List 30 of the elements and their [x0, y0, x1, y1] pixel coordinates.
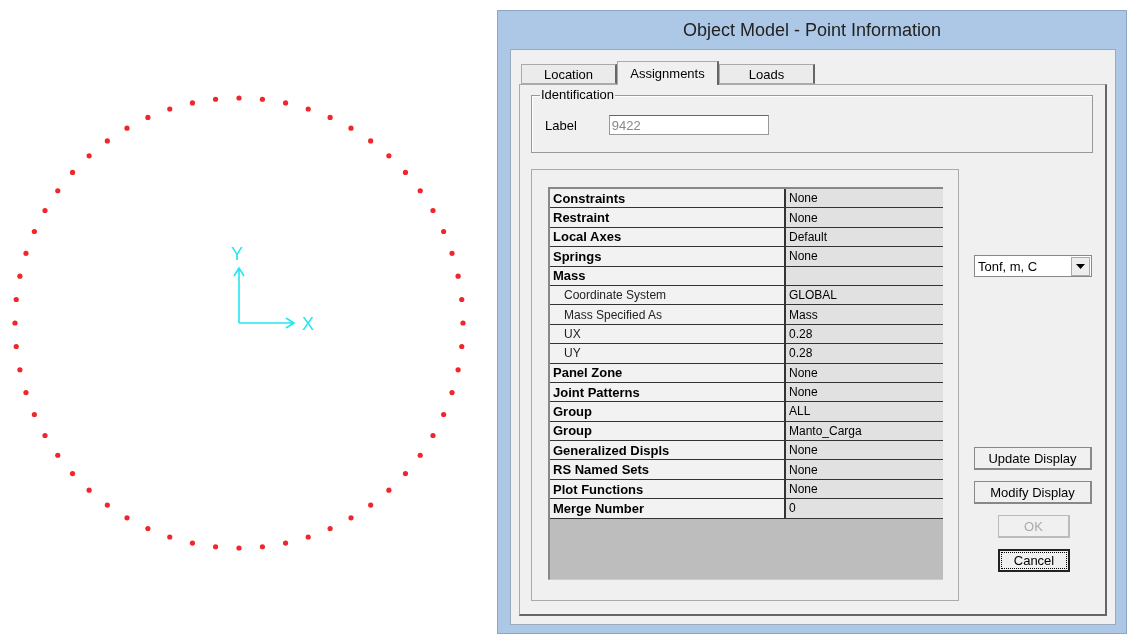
dialog-button[interactable]: Update Display: [974, 447, 1092, 470]
property-value-cell: None: [786, 247, 943, 266]
tab[interactable]: Assignments: [617, 61, 719, 85]
group-title: Identification: [540, 87, 615, 102]
units-dropdown[interactable]: Tonf, m, C: [974, 255, 1092, 277]
property-name-cell: Merge Number: [550, 499, 786, 518]
property-name-cell: Group: [550, 402, 786, 421]
y-axis-label: Y: [231, 245, 243, 263]
property-name-cell: UY: [550, 344, 786, 363]
property-value-cell: ALL: [786, 402, 943, 421]
property-name-cell: Constraints: [550, 189, 786, 208]
dialog-button[interactable]: Cancel: [998, 549, 1070, 572]
field-label: Label: [545, 117, 577, 133]
tab[interactable]: Loads: [719, 64, 815, 84]
property-value-cell: None: [786, 189, 943, 208]
property-name-cell: Generalized Displs: [550, 441, 786, 460]
property-value-cell: None: [786, 441, 943, 460]
window-title: Object Model - Point Information: [682, 19, 942, 41]
property-value-cell: None: [786, 208, 943, 227]
tab[interactable]: Location: [521, 64, 617, 84]
property-name-cell: Restraint: [550, 208, 786, 227]
property-name-cell: Mass Specified As: [550, 305, 786, 324]
property-name-cell: RS Named Sets: [550, 460, 786, 479]
dialog-button[interactable]: Modify Display: [974, 481, 1092, 504]
property-name-cell: Springs: [550, 247, 786, 266]
property-value-cell: 0.28: [786, 344, 943, 363]
property-value-cell: None: [786, 460, 943, 479]
x-axis-label: X: [302, 315, 314, 333]
property-value-cell: 0: [786, 499, 943, 518]
property-value-cell: Mass: [786, 305, 943, 324]
